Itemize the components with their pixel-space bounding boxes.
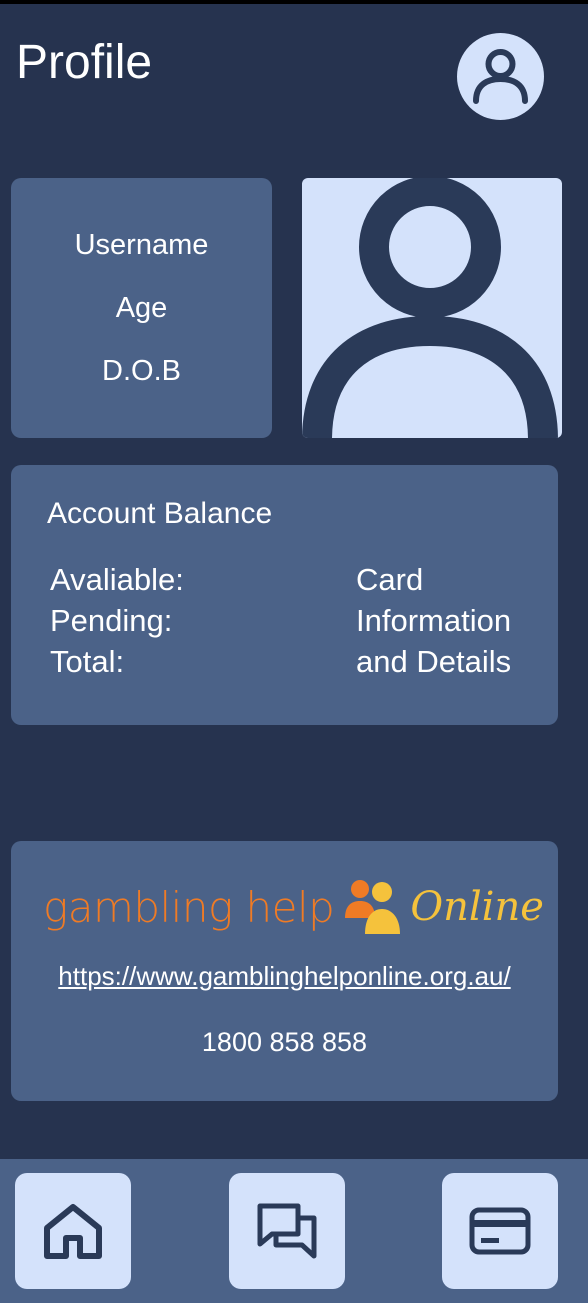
status-bar: [0, 0, 588, 4]
logo-text-right: Online: [410, 884, 544, 930]
profile-info-card: Username Age D.O.B: [11, 178, 272, 438]
username-label: Username: [74, 228, 209, 261]
nav-card-button[interactable]: [442, 1173, 558, 1289]
nav-home-button[interactable]: [15, 1173, 131, 1289]
available-label: Avaliable:: [50, 562, 184, 597]
user-silhouette-icon: [302, 178, 558, 438]
gambling-help-card: gambling help Online https://www.gamblin…: [11, 841, 558, 1101]
account-balance-title: Account Balance: [47, 497, 273, 530]
help-phone-number[interactable]: 1800 858 858: [11, 1027, 558, 1058]
dob-label: D.O.B: [102, 354, 181, 387]
logo-text-left: gambling help: [43, 882, 335, 932]
gambling-help-logo: gambling help Online: [43, 877, 544, 937]
profile-photo[interactable]: [302, 178, 562, 438]
user-icon: [473, 49, 528, 104]
card-line-3: and Details: [356, 644, 512, 679]
pending-label: Pending:: [50, 603, 173, 638]
credit-card-icon: [469, 1207, 531, 1255]
people-icon: [345, 880, 401, 934]
nav-chat-button[interactable]: [229, 1173, 345, 1289]
age-label: Age: [115, 291, 168, 324]
home-icon: [44, 1204, 102, 1259]
bottom-nav-bar: [0, 1159, 588, 1303]
card-line-1: Card: [356, 562, 424, 597]
card-details-link[interactable]: Card Information and Details: [356, 559, 511, 682]
chat-icon: [257, 1203, 317, 1259]
account-balance-card: Account Balance Avaliable: Pending: Tota…: [11, 465, 558, 725]
balance-labels: Avaliable: Pending: Total:: [50, 559, 184, 682]
profile-avatar-button[interactable]: [457, 33, 544, 120]
total-label: Total:: [50, 644, 125, 679]
card-line-2: Information: [356, 603, 512, 638]
help-website-link[interactable]: https://www.gamblinghelponline.org.au/: [11, 961, 558, 992]
page-title: Profile: [16, 36, 153, 89]
